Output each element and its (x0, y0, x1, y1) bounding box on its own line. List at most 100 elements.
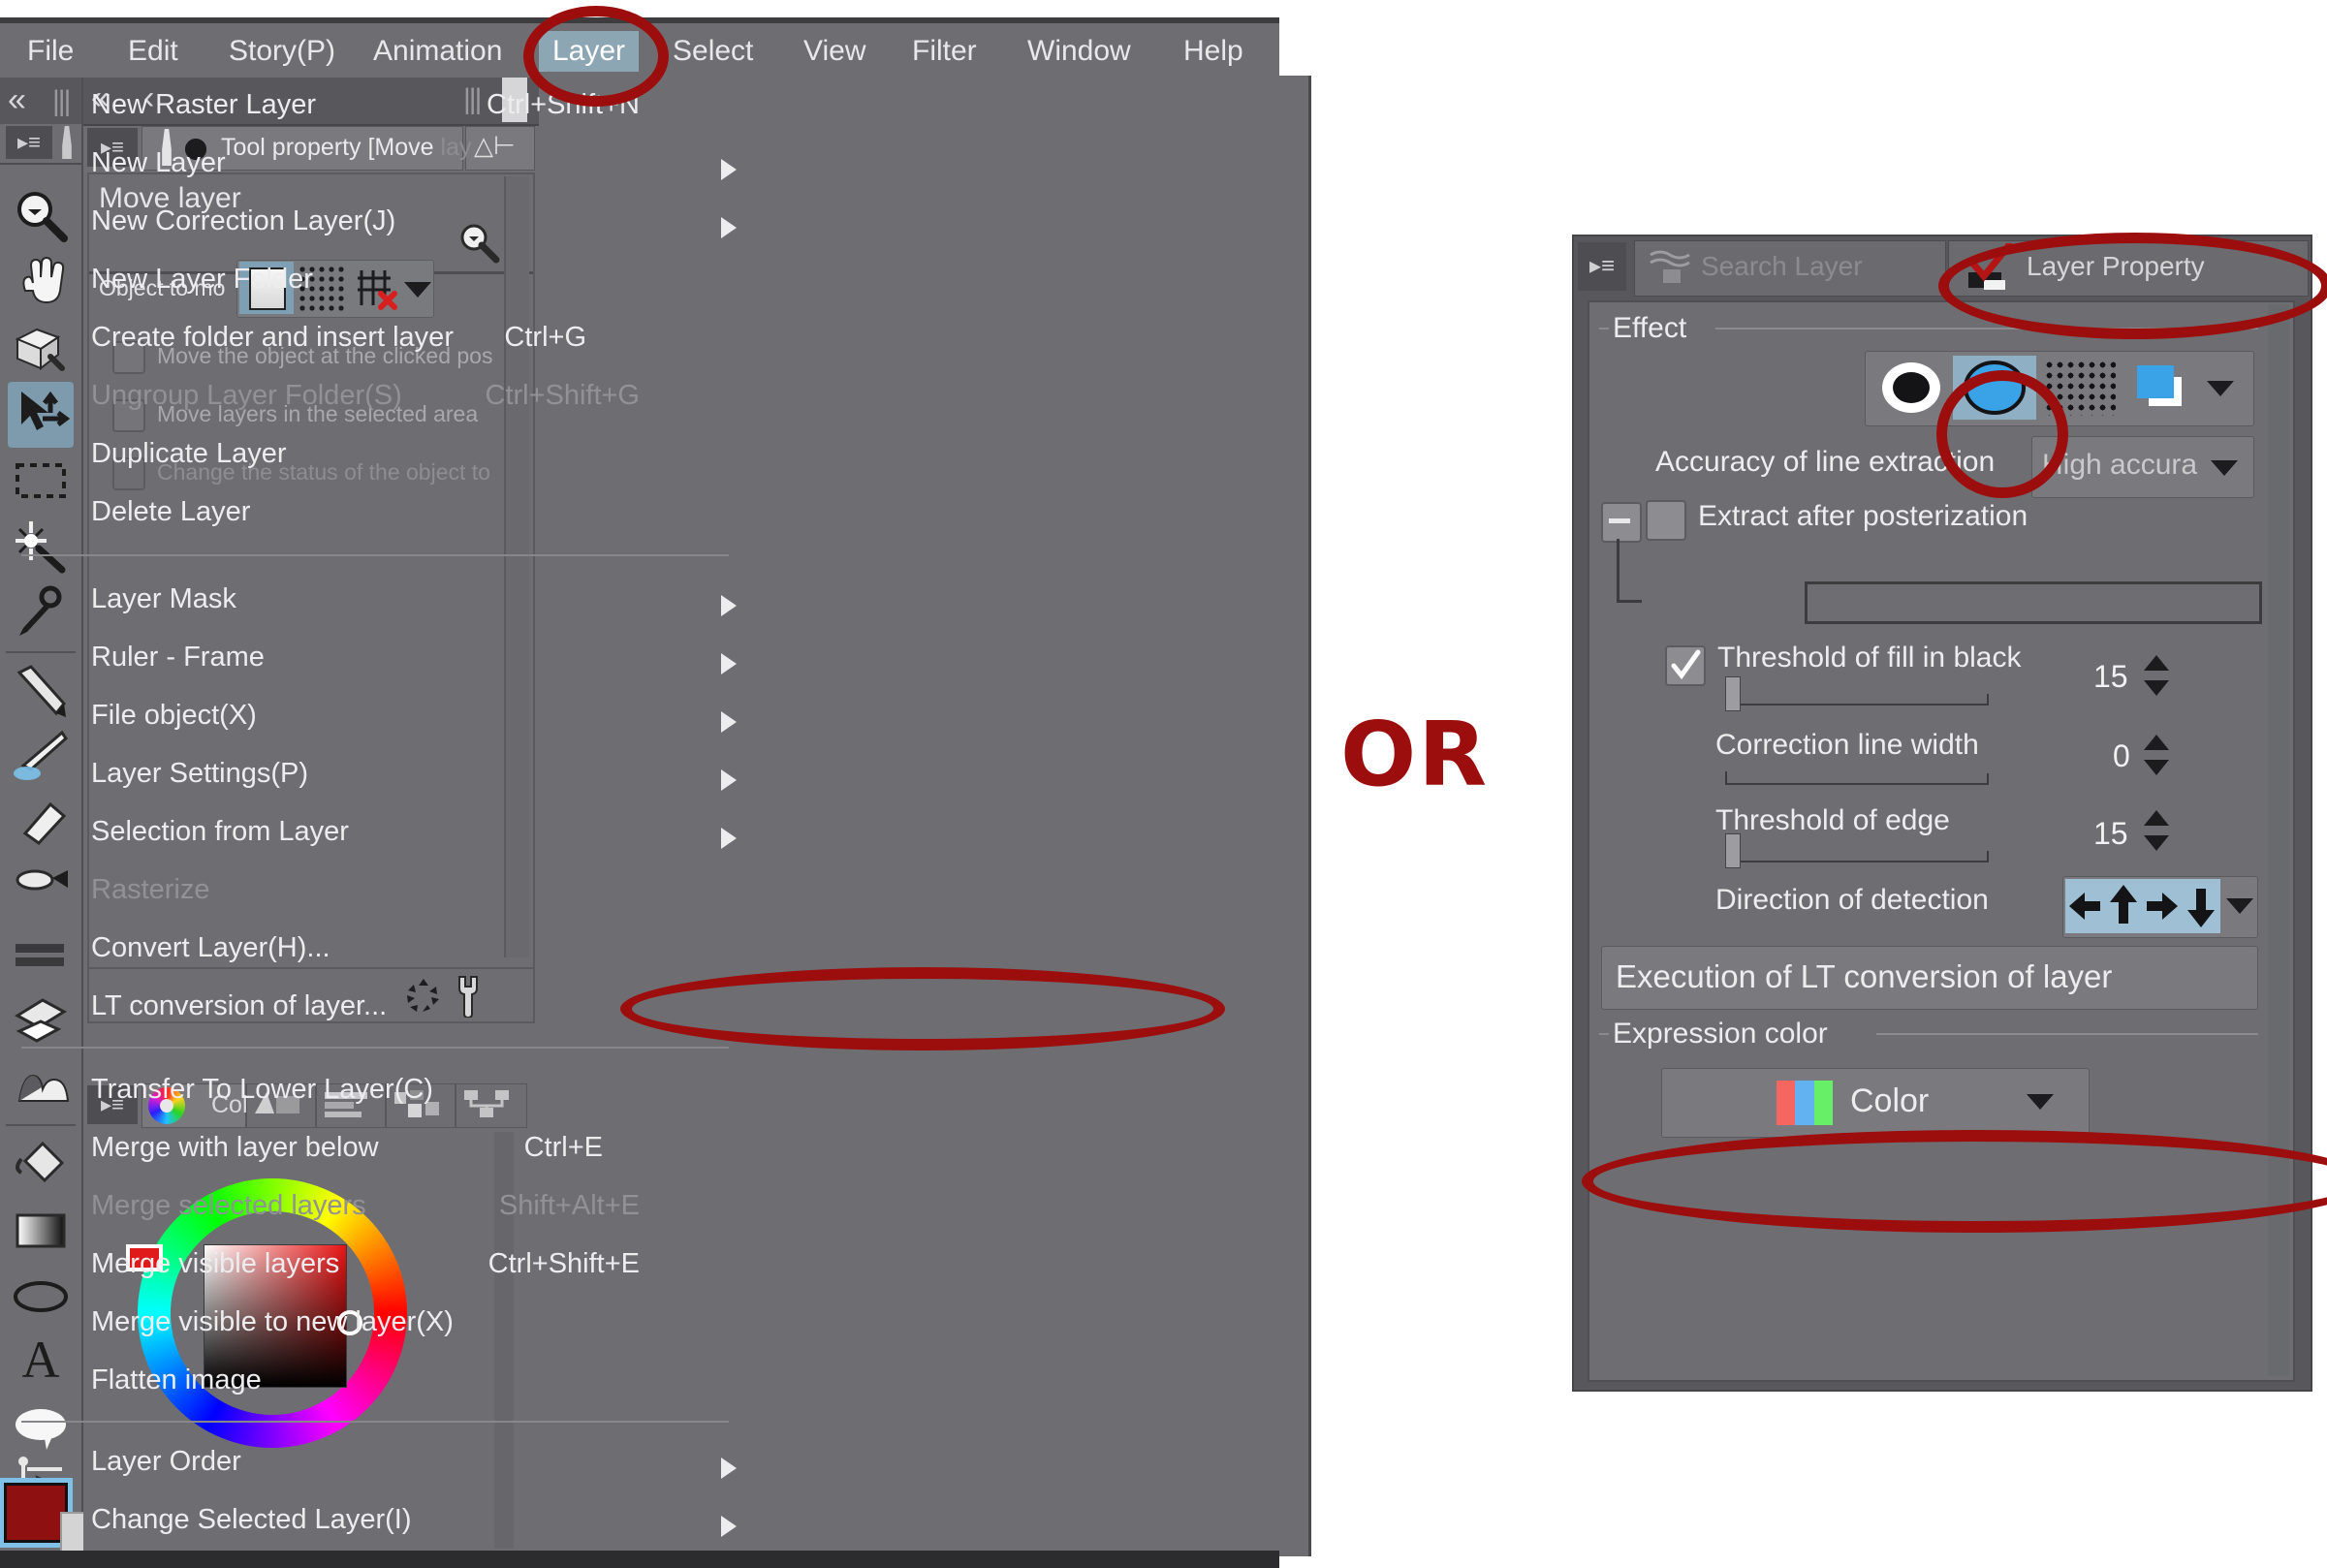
menu-option-merge-visible-to-new[interactable]: Merge visible to new layer(X) (0, 1297, 766, 1355)
menu-option-file-object[interactable]: File object(X) (0, 690, 766, 748)
menu-option-ungroup-layer-folder[interactable]: Ungroup Layer Folder(S) Ctrl+Shift+G (0, 370, 766, 428)
menu-shortcut: Ctrl+Shift+E (487, 1248, 640, 1279)
menu-label: Ungroup Layer Folder(S) (91, 380, 402, 411)
menu-item-select[interactable]: Select (659, 31, 767, 72)
threshold-fill-black-slider-knob[interactable] (1725, 676, 1741, 711)
menu-label: LT conversion of layer... (91, 990, 388, 1021)
correction-line-width-spin-down[interactable] (2144, 760, 2169, 775)
menu-label: Delete Layer (91, 496, 251, 527)
accuracy-caret-icon[interactable] (2211, 460, 2238, 476)
menu-option-duplicate-layer[interactable]: Duplicate Layer (0, 428, 766, 486)
menu-option-delete-layer[interactable]: Delete Layer (0, 486, 766, 545)
menu-label: Layer Order (91, 1446, 241, 1477)
execute-lt-conversion-button[interactable]: Execution of LT conversion of layer (1601, 946, 2258, 1010)
menu-option-layer-mask[interactable]: Layer Mask (0, 574, 766, 632)
posterization-checkbox[interactable] (1646, 500, 1686, 541)
menu-item-window[interactable]: Window (1014, 31, 1145, 72)
annotation-ring-extract-line-effect (1936, 370, 2068, 498)
menu-item-edit[interactable]: Edit (114, 31, 192, 72)
menu-label: Rasterize (91, 874, 210, 905)
menu-option-selection-from-layer[interactable]: Selection from Layer (0, 806, 766, 864)
menu-label: Duplicate Layer (91, 438, 287, 469)
menu-label: Convert Layer(H)... (91, 932, 330, 963)
menu-item-help[interactable]: Help (1170, 31, 1257, 72)
threshold-fill-black-slider-end (1987, 694, 1989, 706)
menu-item-story[interactable]: Story(P) (215, 31, 349, 72)
direction-caret-icon[interactable] (2226, 898, 2253, 914)
threshold-of-edge-spin-down[interactable] (2144, 835, 2169, 851)
menu-label: Create folder and insert layer (91, 322, 454, 353)
menu-shortcut: Ctrl+E (523, 1132, 603, 1163)
threshold-fill-black-checkbox[interactable] (1665, 645, 1706, 686)
menu-separator-3 (21, 1421, 729, 1423)
submenu-arrow-icon (721, 653, 737, 674)
menu-option-layer-settings[interactable]: Layer Settings(P) (0, 748, 766, 806)
posterization-level-field[interactable] (1805, 581, 2262, 624)
expression-color-dropdown[interactable]: Color (1661, 1068, 2090, 1138)
menu-option-merge-selected-layers[interactable]: Merge selected layers Shift+Alt+E (0, 1180, 766, 1239)
threshold-of-edge-slider-end (1987, 851, 1989, 862)
correction-line-width-slider-start (1725, 771, 1727, 785)
direction-of-detection-buttongroup[interactable] (2062, 876, 2258, 938)
submenu-arrow-icon (721, 595, 737, 616)
threshold-of-edge-spin-up[interactable] (2144, 810, 2169, 826)
border-effect-icon[interactable] (1873, 358, 1949, 418)
correction-line-width-slider-track[interactable] (1725, 783, 1989, 785)
menu-option-create-folder-insert[interactable]: Create folder and insert layer Ctrl+G (0, 312, 766, 370)
menu-option-ruler-frame[interactable]: Ruler - Frame (0, 632, 766, 690)
menu-label: Ruler - Frame (91, 642, 265, 673)
menu-option-merge-visible-layers[interactable]: Merge visible layers Ctrl+Shift+E (0, 1239, 766, 1297)
menu-option-flatten-image[interactable]: Flatten image (0, 1355, 766, 1413)
menu-shortcut: Ctrl+Shift+G (485, 380, 640, 411)
arrow-right-icon[interactable] (2143, 879, 2182, 933)
menu-option-new-layer-folder[interactable]: New Layer Folder (0, 254, 766, 312)
menu-option-new-correction-layer[interactable]: New Correction Layer(J) (0, 196, 766, 254)
menu-label: File object(X) (91, 700, 257, 731)
menu-option-merge-with-layer-below[interactable]: Merge with layer below Ctrl+E (0, 1122, 766, 1180)
threshold-of-edge-slider-track[interactable] (1725, 861, 1989, 862)
menu-item-view[interactable]: View (790, 31, 879, 72)
effect-dropdown-caret-icon[interactable] (2207, 381, 2234, 396)
submenu-arrow-icon (721, 769, 737, 791)
menu-item-filter[interactable]: Filter (898, 31, 991, 72)
arrow-left-icon[interactable] (2065, 879, 2104, 933)
threshold-fill-black-spin-up[interactable] (2144, 655, 2169, 671)
menu-option-new-layer[interactable]: New Layer (0, 138, 766, 196)
threshold-fill-black-label: Threshold of fill in black (1717, 642, 2022, 674)
search-layer-icon (1647, 247, 1693, 290)
arrow-down-icon[interactable] (2182, 879, 2220, 933)
menu-separator-1 (21, 554, 729, 556)
tab-search-layer-label: Search Layer (1701, 251, 1863, 281)
submenu-arrow-icon (721, 828, 737, 849)
tab-search-layer[interactable]: Search Layer (1634, 240, 1946, 297)
layer-color-icon[interactable] (2127, 360, 2197, 416)
threshold-of-edge-label: Threshold of edge (1715, 804, 1950, 836)
menu-label: Merge visible to new layer(X) (91, 1306, 454, 1337)
submenu-arrow-icon (721, 711, 737, 733)
threshold-fill-black-spin-down[interactable] (2144, 680, 2169, 696)
rgb-color-icon (1777, 1081, 1833, 1125)
menu-option-layer-order[interactable]: Layer Order (0, 1436, 766, 1494)
menu-option-convert-layer[interactable]: Convert Layer(H)... (0, 923, 766, 981)
correction-line-width-value: 0 (2113, 738, 2130, 773)
expression-color-group-label: Expression color (1613, 1018, 1828, 1050)
threshold-of-edge-slider-knob[interactable] (1725, 833, 1741, 868)
menu-option-transfer-to-lower-layer[interactable]: Transfer To Lower Layer(C) (0, 1064, 766, 1122)
posterization-expander-icon[interactable] (1601, 502, 1642, 543)
menu-shortcut: Ctrl+G (504, 322, 586, 353)
window-bottom-edge (0, 1551, 1279, 1568)
menu-item-animation[interactable]: Animation (360, 31, 516, 72)
expression-color-caret-icon[interactable] (2027, 1094, 2054, 1110)
correction-line-width-spin-up[interactable] (2144, 735, 2169, 750)
menu-label: New Correction Layer(J) (91, 205, 396, 236)
annotation-ring-execute-lt-conversion (1582, 1130, 2327, 1233)
arrow-up-icon[interactable] (2104, 879, 2143, 933)
menu-label: Merge selected layers (91, 1190, 366, 1221)
menu-item-file[interactable]: File (14, 31, 87, 72)
panel-menu-icon-4[interactable]: ▸≡ (1578, 242, 1626, 291)
menu-option-rasterize[interactable]: Rasterize (0, 864, 766, 923)
menu-option-change-selected-layer[interactable]: Change Selected Layer(I) (0, 1494, 766, 1552)
menu-label: Merge visible layers (91, 1248, 340, 1279)
threshold-fill-black-slider-track[interactable] (1725, 704, 1989, 706)
threshold-fill-black-value: 15 (2093, 659, 2128, 694)
